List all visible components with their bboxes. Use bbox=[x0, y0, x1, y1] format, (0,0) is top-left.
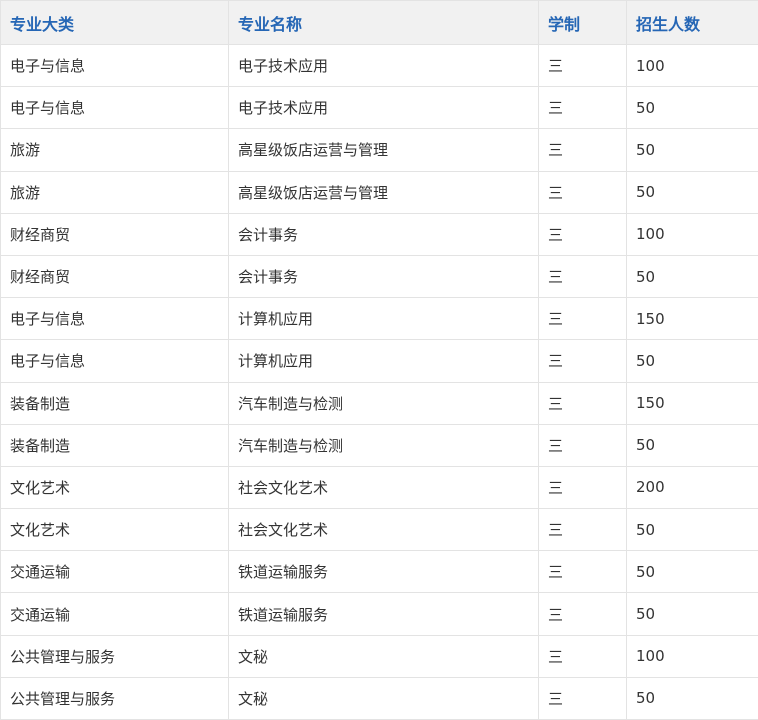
cell-duration: 三 bbox=[539, 551, 627, 593]
cell-duration: 三 bbox=[539, 298, 627, 340]
cell-major-category: 电子与信息 bbox=[1, 340, 229, 382]
cell-duration: 三 bbox=[539, 45, 627, 87]
cell-major-category: 公共管理与服务 bbox=[1, 635, 229, 677]
table-row: 电子与信息计算机应用三150 bbox=[1, 298, 758, 340]
cell-major-name: 文秘 bbox=[229, 635, 539, 677]
cell-enrollment: 50 bbox=[627, 424, 758, 466]
cell-enrollment: 50 bbox=[627, 129, 758, 171]
table-row: 装备制造汽车制造与检测三50 bbox=[1, 424, 758, 466]
cell-major-category: 电子与信息 bbox=[1, 87, 229, 129]
cell-enrollment: 50 bbox=[627, 677, 758, 719]
cell-major-name: 文秘 bbox=[229, 677, 539, 719]
cell-major-name: 汽车制造与检测 bbox=[229, 424, 539, 466]
cell-major-name: 汽车制造与检测 bbox=[229, 382, 539, 424]
cell-major-name: 铁道运输服务 bbox=[229, 551, 539, 593]
cell-major-name: 计算机应用 bbox=[229, 340, 539, 382]
cell-enrollment: 100 bbox=[627, 45, 758, 87]
cell-enrollment: 50 bbox=[627, 509, 758, 551]
header-duration: 学制 bbox=[539, 1, 627, 45]
header-major-name: 专业名称 bbox=[229, 1, 539, 45]
cell-duration: 三 bbox=[539, 466, 627, 508]
cell-enrollment: 150 bbox=[627, 382, 758, 424]
cell-major-name: 会计事务 bbox=[229, 213, 539, 255]
cell-major-name: 社会文化艺术 bbox=[229, 509, 539, 551]
cell-enrollment: 100 bbox=[627, 213, 758, 255]
cell-enrollment: 50 bbox=[627, 87, 758, 129]
enrollment-table: 专业大类 专业名称 学制 招生人数 电子与信息电子技术应用三100电子与信息电子… bbox=[0, 0, 758, 720]
table-row: 公共管理与服务文秘三100 bbox=[1, 635, 758, 677]
cell-major-name: 会计事务 bbox=[229, 255, 539, 297]
cell-duration: 三 bbox=[539, 87, 627, 129]
table-row: 电子与信息电子技术应用三100 bbox=[1, 45, 758, 87]
cell-duration: 三 bbox=[539, 255, 627, 297]
table-body: 电子与信息电子技术应用三100电子与信息电子技术应用三50旅游高星级饭店运营与管… bbox=[1, 45, 758, 720]
cell-major-category: 旅游 bbox=[1, 129, 229, 171]
table-row: 装备制造汽车制造与检测三150 bbox=[1, 382, 758, 424]
table-row: 旅游高星级饭店运营与管理三50 bbox=[1, 171, 758, 213]
cell-duration: 三 bbox=[539, 509, 627, 551]
header-major-category: 专业大类 bbox=[1, 1, 229, 45]
cell-enrollment: 200 bbox=[627, 466, 758, 508]
cell-enrollment: 50 bbox=[627, 593, 758, 635]
cell-major-name: 高星级饭店运营与管理 bbox=[229, 129, 539, 171]
cell-major-name: 高星级饭店运营与管理 bbox=[229, 171, 539, 213]
cell-major-name: 铁道运输服务 bbox=[229, 593, 539, 635]
cell-enrollment: 100 bbox=[627, 635, 758, 677]
cell-duration: 三 bbox=[539, 340, 627, 382]
table-row: 交通运输铁道运输服务三50 bbox=[1, 551, 758, 593]
table-row: 文化艺术社会文化艺术三200 bbox=[1, 466, 758, 508]
table-row: 文化艺术社会文化艺术三50 bbox=[1, 509, 758, 551]
table-row: 财经商贸会计事务三50 bbox=[1, 255, 758, 297]
cell-enrollment: 50 bbox=[627, 255, 758, 297]
cell-enrollment: 150 bbox=[627, 298, 758, 340]
cell-duration: 三 bbox=[539, 677, 627, 719]
cell-duration: 三 bbox=[539, 424, 627, 466]
cell-major-category: 财经商贸 bbox=[1, 213, 229, 255]
header-enrollment: 招生人数 bbox=[627, 1, 758, 45]
cell-duration: 三 bbox=[539, 593, 627, 635]
cell-major-category: 文化艺术 bbox=[1, 466, 229, 508]
cell-major-category: 公共管理与服务 bbox=[1, 677, 229, 719]
table-row: 电子与信息电子技术应用三50 bbox=[1, 87, 758, 129]
cell-duration: 三 bbox=[539, 635, 627, 677]
cell-enrollment: 50 bbox=[627, 340, 758, 382]
cell-enrollment: 50 bbox=[627, 551, 758, 593]
cell-major-category: 交通运输 bbox=[1, 593, 229, 635]
table-header: 专业大类 专业名称 学制 招生人数 bbox=[1, 1, 758, 45]
table-row: 交通运输铁道运输服务三50 bbox=[1, 593, 758, 635]
table-row: 财经商贸会计事务三100 bbox=[1, 213, 758, 255]
cell-duration: 三 bbox=[539, 213, 627, 255]
table-row: 公共管理与服务文秘三50 bbox=[1, 677, 758, 719]
cell-duration: 三 bbox=[539, 171, 627, 213]
cell-major-category: 电子与信息 bbox=[1, 45, 229, 87]
cell-major-category: 电子与信息 bbox=[1, 298, 229, 340]
cell-major-category: 文化艺术 bbox=[1, 509, 229, 551]
cell-major-category: 旅游 bbox=[1, 171, 229, 213]
cell-major-name: 社会文化艺术 bbox=[229, 466, 539, 508]
cell-duration: 三 bbox=[539, 382, 627, 424]
table-row: 旅游高星级饭店运营与管理三50 bbox=[1, 129, 758, 171]
cell-major-category: 装备制造 bbox=[1, 382, 229, 424]
cell-major-name: 电子技术应用 bbox=[229, 45, 539, 87]
cell-major-name: 计算机应用 bbox=[229, 298, 539, 340]
cell-major-category: 装备制造 bbox=[1, 424, 229, 466]
cell-major-category: 交通运输 bbox=[1, 551, 229, 593]
table-row: 电子与信息计算机应用三50 bbox=[1, 340, 758, 382]
cell-duration: 三 bbox=[539, 129, 627, 171]
cell-major-name: 电子技术应用 bbox=[229, 87, 539, 129]
cell-major-category: 财经商贸 bbox=[1, 255, 229, 297]
header-row: 专业大类 专业名称 学制 招生人数 bbox=[1, 1, 758, 45]
cell-enrollment: 50 bbox=[627, 171, 758, 213]
